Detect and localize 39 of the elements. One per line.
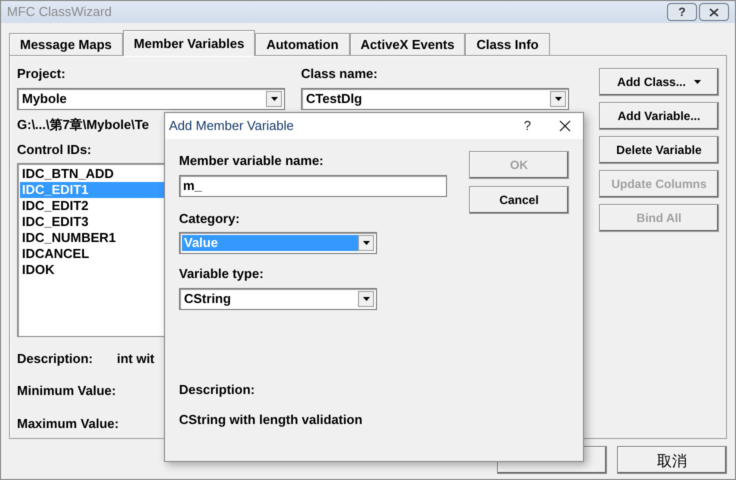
tab[interactable]: Automation <box>255 33 350 55</box>
variable-type-dropdown[interactable]: CString <box>179 288 377 310</box>
help-button[interactable]: ? <box>667 3 697 21</box>
project-path: G:\...\第7章\Mybole\Te <box>17 116 149 134</box>
tab[interactable]: Member Variables <box>122 30 256 56</box>
description-text: CString with length validation <box>179 411 364 429</box>
project-label: Project: <box>17 65 66 83</box>
help-button[interactable]: ? <box>524 116 531 136</box>
control-ids-label: Control IDs: <box>17 141 92 159</box>
dropdown-arrow-icon <box>362 296 370 300</box>
tab[interactable]: ActiveX Events <box>350 33 466 55</box>
tab[interactable]: Message Maps <box>9 33 123 55</box>
action-button[interactable]: Add Variable... <box>599 102 719 130</box>
action-button[interactable]: Cancel <box>469 186 569 214</box>
member-variable-name-field[interactable]: m_ <box>179 174 447 196</box>
tab[interactable]: Class Info <box>465 33 550 55</box>
description-value: int wit <box>116 350 154 368</box>
class-name-label: Class name: <box>301 65 379 83</box>
window-title: MFC ClassWizard <box>7 3 112 22</box>
description-label: Description: <box>17 350 93 368</box>
dropdown-arrow-icon <box>270 96 278 100</box>
dropdown-arrow-icon <box>554 96 562 100</box>
close-button[interactable] <box>699 3 729 21</box>
footer-button[interactable]: 取消 <box>617 446 727 474</box>
dropdown-arrow-icon <box>362 241 370 245</box>
project-dropdown[interactable]: Mybole <box>17 88 285 110</box>
minimum-value-label: Minimum Value: <box>17 382 116 400</box>
description-label: Description: <box>179 380 256 399</box>
action-button[interactable]: Delete Variable <box>599 136 719 164</box>
member-variable-name-label: Member variable name: <box>179 152 325 170</box>
dialog-title: Add Member Variable <box>169 117 294 136</box>
action-button[interactable]: Add Class... <box>599 68 719 96</box>
variable-type-label: Variable type: <box>179 265 265 283</box>
caret-icon <box>694 80 701 84</box>
maximum-value-label: Maximum Value: <box>17 414 119 432</box>
close-icon <box>709 8 719 16</box>
category-label: Category: <box>179 210 241 228</box>
class-name-dropdown[interactable]: CTestDlg <box>301 88 569 110</box>
close-icon[interactable] <box>559 120 571 132</box>
